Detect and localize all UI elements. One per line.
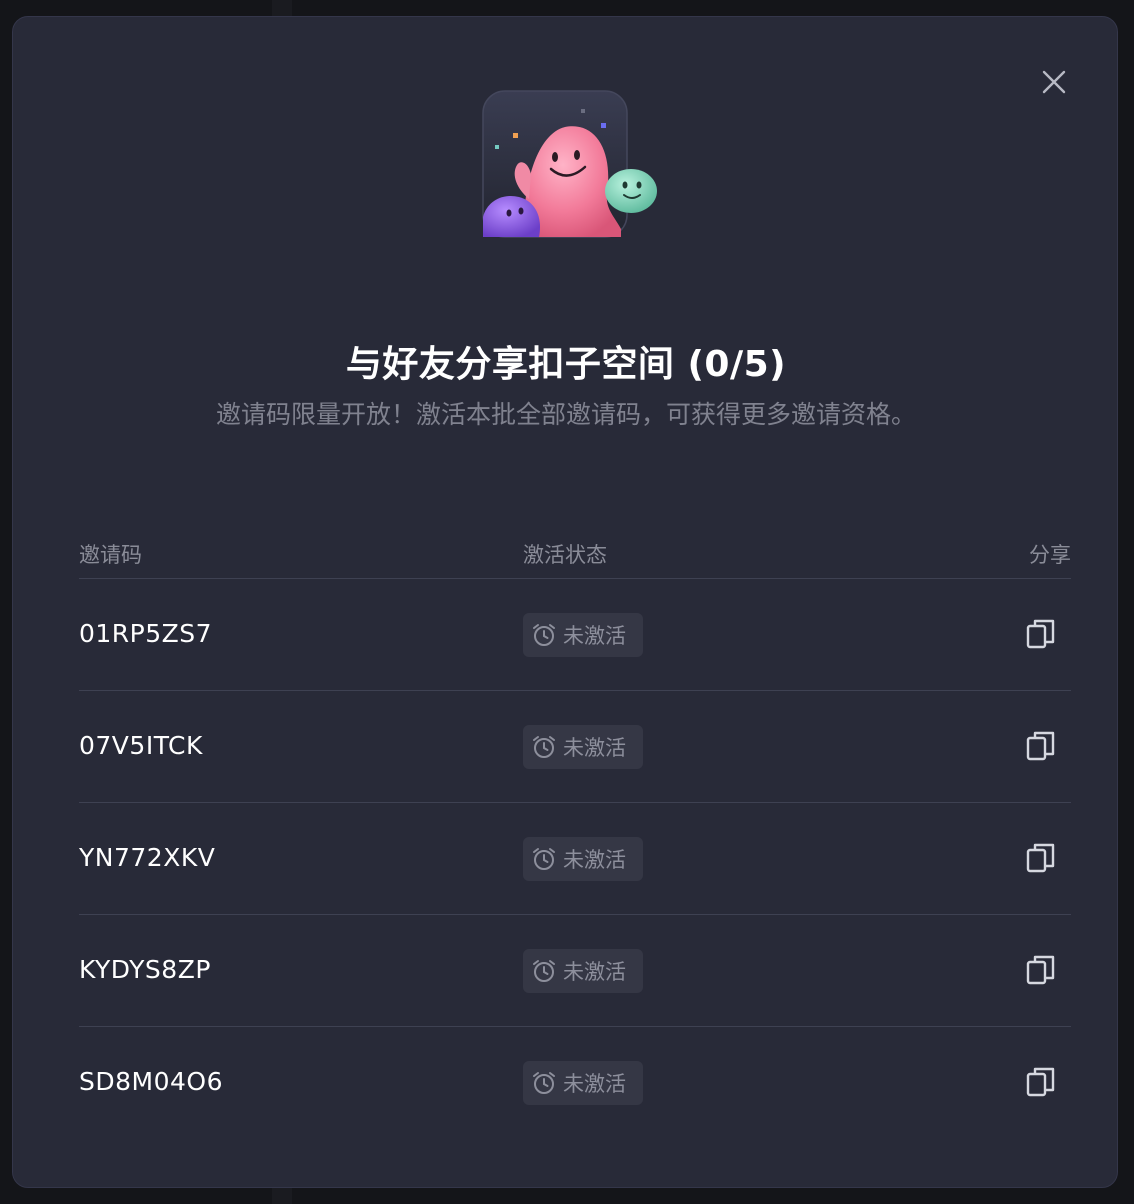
copy-button[interactable] <box>1025 1065 1057 1099</box>
copy-icon <box>1026 731 1055 761</box>
copy-icon <box>1026 619 1055 649</box>
status-label: 未激活 <box>563 1072 626 1096</box>
status-badge: 未激活 <box>523 1061 643 1105</box>
invite-code: KYDYS8ZP <box>79 955 211 984</box>
alarm-clock-icon <box>533 848 555 870</box>
copy-button[interactable] <box>1025 729 1057 763</box>
alarm-clock-icon <box>533 1072 555 1094</box>
copy-icon <box>1026 955 1055 985</box>
table-row: SD8M04O6 未激活 <box>79 1027 1071 1138</box>
close-button[interactable] <box>1039 67 1069 97</box>
status-badge: 未激活 <box>523 837 643 881</box>
table-row: YN772XKV 未激活 <box>79 803 1071 915</box>
close-icon <box>1042 70 1066 94</box>
status-label: 未激活 <box>563 960 626 984</box>
invite-dialog: 与好友分享扣子空间 (0/5) 邀请码限量开放！激活本批全部邀请码，可获得更多邀… <box>12 16 1118 1188</box>
copy-button[interactable] <box>1025 841 1057 875</box>
status-label: 未激活 <box>563 736 626 760</box>
table-header: 邀请码 激活状态 分享 <box>79 537 1071 579</box>
table-row: 07V5ITCK 未激活 <box>79 691 1071 803</box>
alarm-clock-icon <box>533 960 555 982</box>
copy-icon <box>1026 843 1055 873</box>
status-badge: 未激活 <box>523 725 643 769</box>
header-invite-code: 邀请码 <box>79 543 142 567</box>
invite-code: 07V5ITCK <box>79 731 203 760</box>
invite-code: YN772XKV <box>79 843 216 872</box>
table-row: 01RP5ZS7 未激活 <box>79 579 1071 691</box>
friends-mascot-icon <box>481 89 661 249</box>
alarm-clock-icon <box>533 736 555 758</box>
copy-button[interactable] <box>1025 617 1057 651</box>
copy-icon <box>1026 1067 1055 1097</box>
header-activation-status: 激活状态 <box>523 543 607 567</box>
invite-code: SD8M04O6 <box>79 1067 223 1096</box>
invite-code: 01RP5ZS7 <box>79 619 213 648</box>
status-badge: 未激活 <box>523 613 643 657</box>
status-label: 未激活 <box>563 848 626 872</box>
dialog-title: 与好友分享扣子空间 (0/5) <box>345 344 787 385</box>
alarm-clock-icon <box>533 624 555 646</box>
header-share: 分享 <box>1029 543 1071 567</box>
table-row: KYDYS8ZP 未激活 <box>79 915 1071 1027</box>
invite-code-table: 邀请码 激活状态 分享 01RP5ZS7 未激活 07V5ITCK 未激活 YN… <box>79 537 1071 1138</box>
copy-button[interactable] <box>1025 953 1057 987</box>
status-label: 未激活 <box>563 624 626 648</box>
dialog-subtitle: 邀请码限量开放！激活本批全部邀请码，可获得更多邀请资格。 <box>215 400 916 429</box>
status-badge: 未激活 <box>523 949 643 993</box>
